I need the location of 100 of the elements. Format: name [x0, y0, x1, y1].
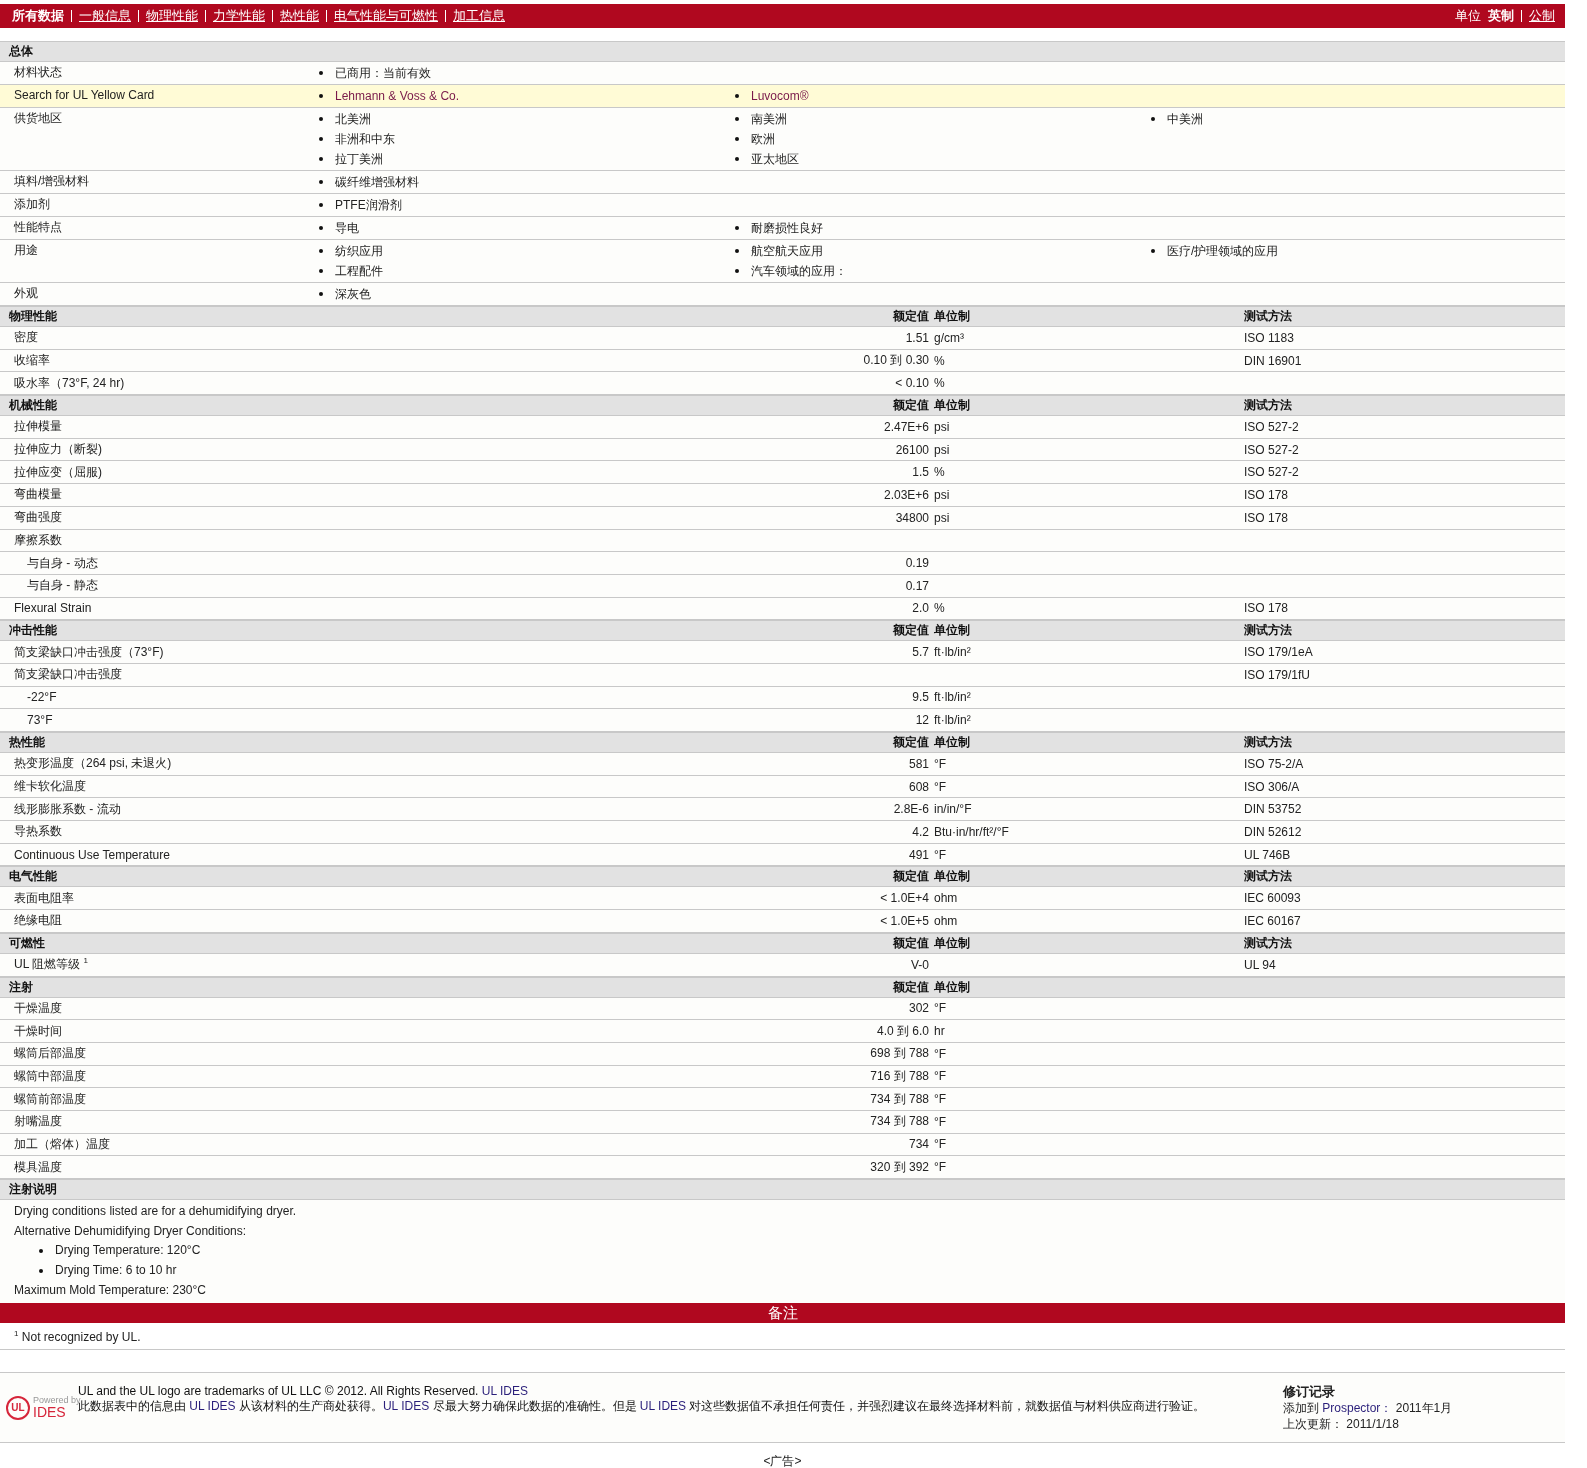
test-method: IEC 60167 — [1244, 913, 1302, 928]
unit-link[interactable]: 公制 — [1529, 7, 1555, 25]
column-header: 单位制 — [934, 622, 971, 640]
property-label: 绝缘电阻 — [13, 912, 63, 930]
property-value: 5.7 — [911, 645, 930, 660]
nav-link[interactable]: 物理性能 — [146, 7, 198, 25]
property-label: 73°F — [26, 713, 54, 728]
unit-text: psi — [934, 419, 951, 434]
link[interactable]: UL IDES — [382, 1398, 430, 1413]
property-value: 亚太地区 — [751, 151, 799, 168]
property-label: 导热系数 — [13, 823, 63, 841]
column-header: 额定值 — [892, 868, 930, 886]
bullet-icon — [1151, 249, 1155, 253]
bullet-icon — [319, 180, 323, 184]
property-value: 2.8E-6 — [892, 802, 930, 817]
property-label: 吸水率（73°F, 24 hr) — [13, 374, 126, 392]
link[interactable]: Prospector： — [1322, 1400, 1393, 1415]
property-value: 4.2 — [911, 824, 930, 839]
property-label: 拉伸应力（断裂) — [13, 441, 103, 459]
property-label: 材料状态 — [13, 64, 63, 81]
note-text: Alternative Dehumidifying Dryer Conditions: — [14, 1222, 247, 1240]
property-value: 已商用：当前有效 — [335, 65, 431, 82]
property-value: 南美洲 — [751, 111, 787, 128]
property-label: 拉伸应变（屈服) — [13, 463, 103, 481]
bullet-icon — [735, 94, 739, 98]
bullet-icon — [319, 137, 323, 141]
property-label: 摩擦系数 — [13, 531, 63, 549]
unit-text: % — [934, 353, 946, 368]
bullet-icon — [735, 157, 739, 161]
bullet-icon — [319, 249, 323, 253]
column-header: 测试方法 — [1244, 308, 1293, 325]
bullet-icon — [319, 269, 323, 273]
link[interactable]: UL IDES — [639, 1398, 687, 1413]
property-label: 干燥时间 — [13, 1022, 63, 1040]
nav-link[interactable]: 电气性能与可燃性 — [334, 7, 438, 25]
column-header: 测试方法 — [1244, 934, 1293, 952]
section-title: 可燃性 — [8, 934, 46, 952]
test-method: ISO 178 — [1244, 601, 1290, 616]
nav-link[interactable]: 力学性能 — [213, 7, 265, 25]
nav-link[interactable]: 加工信息 — [453, 7, 505, 25]
test-method: ISO 306/A — [1244, 779, 1301, 794]
property-value: 1.5 — [911, 465, 930, 480]
property-label: 供货地区 — [13, 110, 63, 127]
property-value: 734 到 788 — [869, 1113, 930, 1131]
bullet-icon — [735, 226, 739, 230]
link[interactable]: Lehmann & Voss & Co. — [335, 86, 460, 106]
link[interactable]: Luvocom® — [751, 86, 809, 106]
property-label: 添加剂 — [13, 196, 51, 213]
property-value: 导电 — [335, 220, 359, 237]
bullet-icon — [735, 269, 739, 273]
link[interactable]: UL IDES — [189, 1398, 236, 1413]
remarks-banner: 备注 — [0, 1302, 1565, 1323]
test-method: ISO 179/1eA — [1244, 645, 1314, 660]
bullet-icon — [39, 1249, 43, 1254]
unit-text: ohm — [934, 913, 959, 928]
nav-link[interactable]: 一般信息 — [79, 7, 131, 25]
bullet-icon — [735, 249, 739, 253]
test-method: DIN 16901 — [1244, 353, 1303, 368]
column-header: 单位制 — [934, 978, 971, 996]
bullet-icon — [319, 203, 323, 207]
test-method: ISO 75-2/A — [1244, 756, 1305, 771]
unit-text: in/in/°F — [934, 802, 973, 817]
test-method: ISO 179/1fU — [1244, 667, 1312, 682]
nav-link[interactable]: 热性能 — [280, 7, 319, 25]
property-value: 纺织应用 — [335, 243, 383, 260]
unit-link[interactable]: 英制 — [1488, 7, 1514, 25]
property-value: 2.47E+6 — [882, 419, 930, 434]
test-method: ISO 178 — [1244, 487, 1290, 502]
property-label: 螺筒中部温度 — [13, 1067, 87, 1085]
unit-text: psi — [934, 487, 951, 502]
bullet-icon — [1151, 117, 1155, 121]
section-title: 机械性能 — [8, 397, 58, 415]
unit-text: °F — [934, 847, 948, 862]
property-label: 收缩率 — [13, 352, 51, 370]
test-method: UL 746B — [1244, 847, 1292, 862]
property-label: 弯曲模量 — [13, 486, 63, 504]
column-header: 单位制 — [934, 734, 971, 751]
property-value: 航空航天应用 — [751, 243, 823, 260]
property-value: 汽车领域的应用： — [751, 263, 847, 280]
property-value: 中美洲 — [1167, 111, 1203, 128]
note-text: Maximum Mold Temperature: 230°C — [14, 1281, 206, 1299]
unit-text: °F — [934, 1001, 948, 1016]
property-label: Flexural Strain — [13, 601, 93, 616]
test-method: ISO 527-2 — [1244, 465, 1300, 480]
property-value: 2.03E+6 — [882, 487, 930, 502]
property-value: 4.0 到 6.0 — [875, 1022, 930, 1040]
property-label: 填料/增强材料 — [13, 173, 91, 190]
unit-text: psi — [934, 442, 951, 457]
column-header: 额定值 — [892, 978, 930, 996]
property-label: 弯曲强度 — [13, 509, 63, 527]
link[interactable]: UL IDES — [481, 1383, 528, 1398]
property-value: 0.10 到 0.30 — [862, 352, 930, 370]
bullet-icon — [735, 137, 739, 141]
unit-text: Btu·in/hr/ft²/°F — [934, 824, 1010, 839]
unit-text: psi — [934, 510, 951, 525]
column-header: 测试方法 — [1244, 622, 1293, 640]
property-label: 简支梁缺口冲击强度 — [13, 666, 123, 684]
property-label: 性能特点 — [13, 219, 63, 236]
nav-link[interactable]: 所有数据 — [12, 7, 64, 25]
property-value: 581 — [907, 756, 930, 771]
